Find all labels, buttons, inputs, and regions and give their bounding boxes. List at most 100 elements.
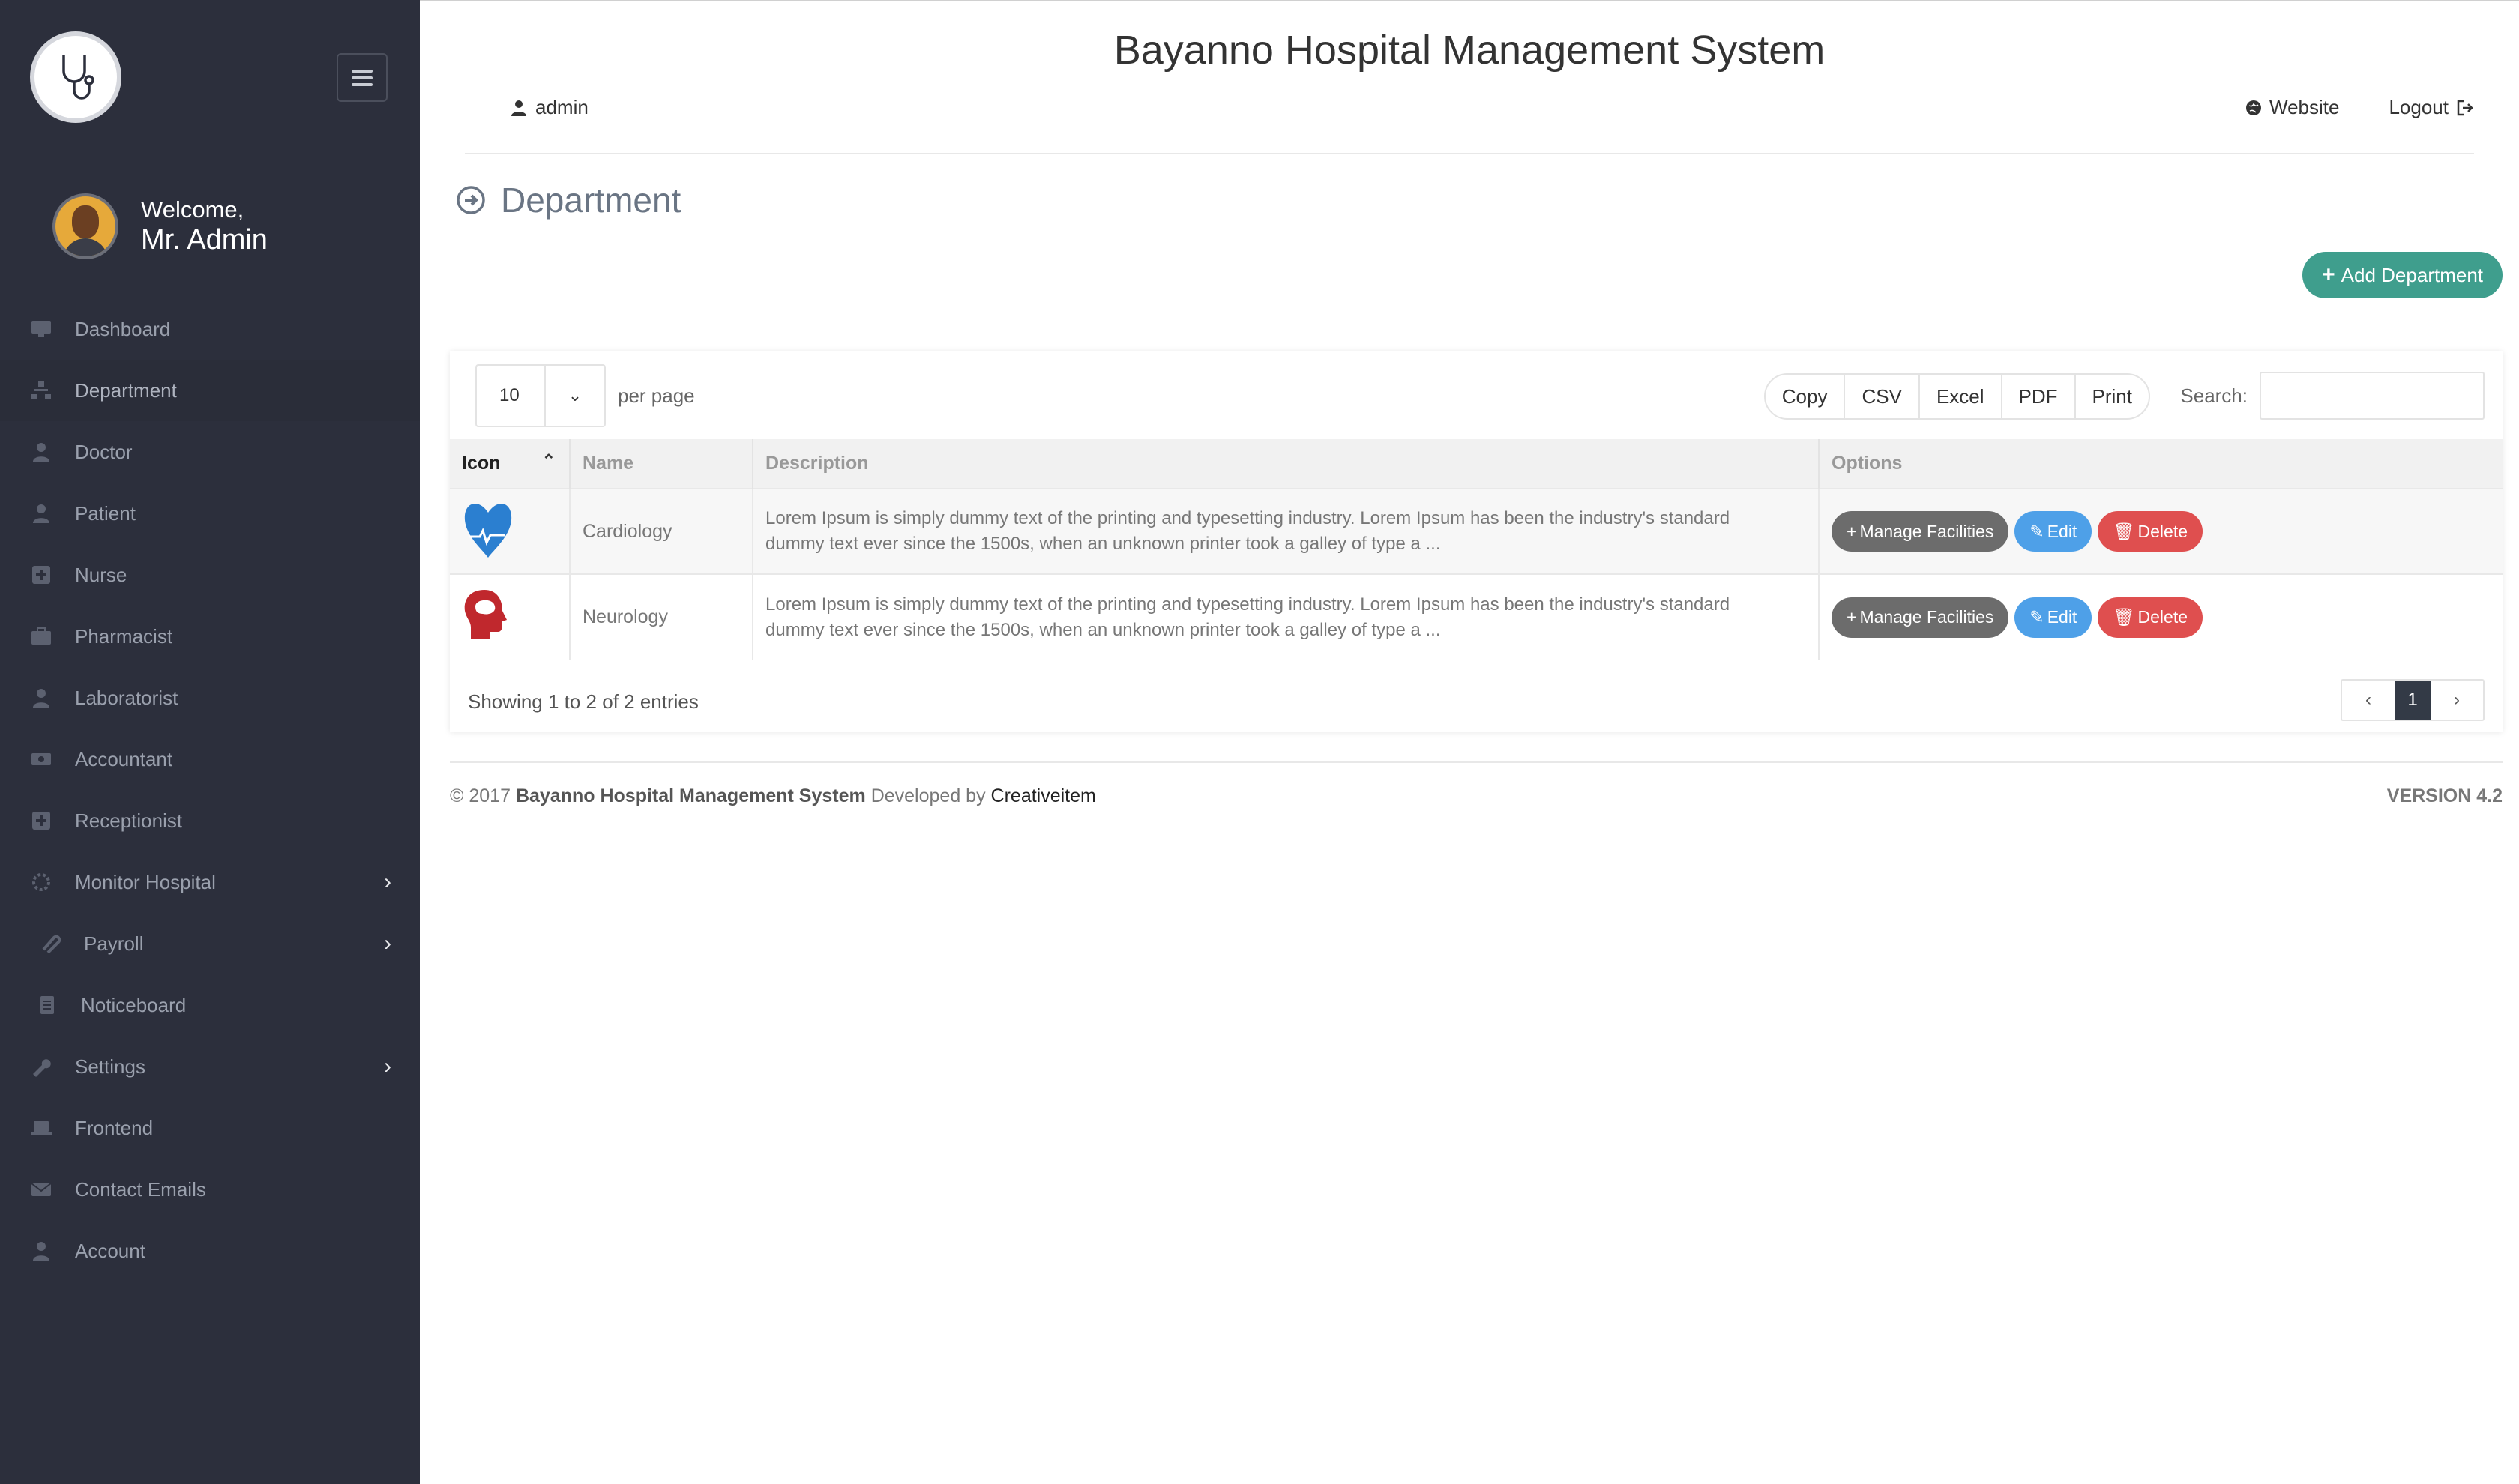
description-cell: Lorem Ipsum is simply dummy text of the … [753,488,1820,574]
sidebar-item-frontend[interactable]: Frontend [0,1097,420,1159]
add-department-button[interactable]: + Add Department [2302,252,2503,298]
sidebar-item-label: Accountant [75,747,173,770]
icon-cell [450,573,571,660]
user-md-icon [28,441,54,462]
per-page-label: per page [618,384,695,407]
manage-facilities-button[interactable]: + Manage Facilities [1832,511,2009,552]
sidebar-item-dashboard[interactable]: Dashboard [0,298,420,360]
sidebar-item-settings[interactable]: Settings › [0,1036,420,1097]
sidebar-item-label: Monitor Hospital [75,870,216,893]
logout-label: Logout [2389,96,2449,118]
desktop-icon [28,319,54,340]
sidebar-item-contact-emails[interactable]: Contact Emails [0,1159,420,1220]
page-header: Department [456,180,681,220]
sidebar-item-doctor[interactable]: Doctor [0,421,420,483]
name-cell: Cardiology [570,488,753,574]
pagination: ‹ 1 › [2341,679,2485,721]
user-icon [511,100,526,116]
next-page-button[interactable]: › [2431,681,2483,720]
topbar: admin Website Logout [465,91,2474,154]
stethoscope-logo-icon[interactable] [30,31,121,123]
sidebar-item-pharmacist[interactable]: Pharmacist [0,606,420,667]
medkit-icon [28,626,54,647]
plus-icon: + [2322,262,2335,287]
footer-system-name: Bayanno Hospital Management System [515,785,866,806]
website-link[interactable]: Website [2245,96,2339,119]
sidebar-item-nurse[interactable]: Nurse [0,544,420,606]
sidebar-item-laboratorist[interactable]: Laboratorist [0,667,420,729]
sidebar-item-account[interactable]: Account [0,1220,420,1282]
sidebar-item-label: Laboratorist [75,686,178,709]
sidebar-item-monitor-hospital[interactable]: Monitor Hospital › [0,851,420,913]
app-title: Bayanno Hospital Management System [1113,28,1826,73]
sidebar-item-label: Receptionist [75,809,183,832]
developer-link[interactable]: Creativeitem [991,785,1096,806]
chevron-down-icon: ⌄ [544,366,604,426]
admin-user[interactable]: admin [510,96,589,119]
sidebar-item-noticeboard[interactable]: Noticeboard [0,974,420,1036]
per-page-value: 10 [499,385,520,405]
laptop-icon [28,1117,54,1138]
column-header-description[interactable]: Description [753,439,1820,489]
sidebar-item-label: Noticeboard [81,993,187,1016]
trash-icon: 🗑 [2113,607,2135,627]
globe-icon [2246,100,2262,115]
column-header-name[interactable]: Name [570,439,753,489]
list-icon [34,995,60,1016]
plus-square-icon [28,810,54,831]
sidebar-item-accountant[interactable]: Accountant [0,729,420,790]
manage-facilities-button[interactable]: + Manage Facilities [1832,597,2009,638]
chevron-right-icon: › [384,1054,391,1079]
sidebar-item-label: Account [75,1239,145,1262]
delete-button[interactable]: 🗑 Delete [2098,511,2203,552]
website-label: Website [2269,96,2340,118]
column-header-options[interactable]: Options [1819,439,2503,489]
sidebar-item-label: Frontend [75,1116,154,1139]
edit-button[interactable]: ✎ Edit [2014,597,2092,638]
add-department-label: Add Department [2341,263,2483,286]
per-page-control: 10 ⌄ per page [475,364,695,427]
export-buttons: Copy CSV Excel PDF Print [1763,373,2150,420]
menu-toggle-button[interactable] [337,53,388,102]
sidebar-item-label: Contact Emails [75,1177,206,1201]
column-header-icon[interactable]: Icon ⌃ [450,439,571,489]
sidebar-item-label: Doctor [75,440,133,463]
pencil-icon: ✎ [2029,607,2044,627]
gear-icon [28,872,54,893]
prev-page-button[interactable]: ‹ [2342,681,2395,720]
user-welcome: Welcome, Mr. Admin [52,193,268,259]
print-button[interactable]: Print [2076,375,2149,418]
copy-button[interactable]: Copy [1766,375,1846,418]
brain-head-icon [464,590,507,639]
options-cell: + Manage Facilities ✎ Edit 🗑 Delete [1819,573,2503,660]
sidebar-item-label: Nurse [75,563,127,586]
sign-out-icon [2457,100,2473,115]
pencil-icon: ✎ [2029,521,2044,541]
chevron-right-icon: › [384,931,391,956]
user-icon [28,1240,54,1261]
pdf-button[interactable]: PDF [2002,375,2076,418]
money-icon [28,749,54,770]
excel-button[interactable]: Excel [1920,375,2002,418]
table-row: Cardiology Lorem Ipsum is simply dummy t… [450,488,2503,574]
main-content: Bayanno Hospital Management System admin… [420,0,2519,1484]
sidebar-item-label: Pharmacist [75,624,173,648]
footer: © 2017 Bayanno Hospital Management Syste… [450,761,2503,807]
logout-link[interactable]: Logout [2389,96,2474,119]
sidebar-item-receptionist[interactable]: Receptionist [0,790,420,851]
copyright: © 2017 [450,785,511,806]
delete-button[interactable]: 🗑 Delete [2098,597,2203,638]
csv-button[interactable]: CSV [1845,375,1920,418]
per-page-select[interactable]: 10 ⌄ [475,364,606,427]
edit-button[interactable]: ✎ Edit [2014,511,2092,552]
sidebar-item-department[interactable]: Department [0,360,420,421]
developed-by-label: Developed by [870,785,986,806]
user-icon [28,503,54,524]
sidebar-item-patient[interactable]: Patient [0,483,420,544]
search-input[interactable] [2260,372,2485,420]
page-1-button[interactable]: 1 [2395,681,2431,720]
department-table-panel: 10 ⌄ per page Copy CSV Excel PDF Print S… [450,351,2503,732]
heart-icon [464,503,512,558]
sidebar-item-payroll[interactable]: Payroll › [0,913,420,974]
arrow-circle-right-icon [457,186,485,214]
